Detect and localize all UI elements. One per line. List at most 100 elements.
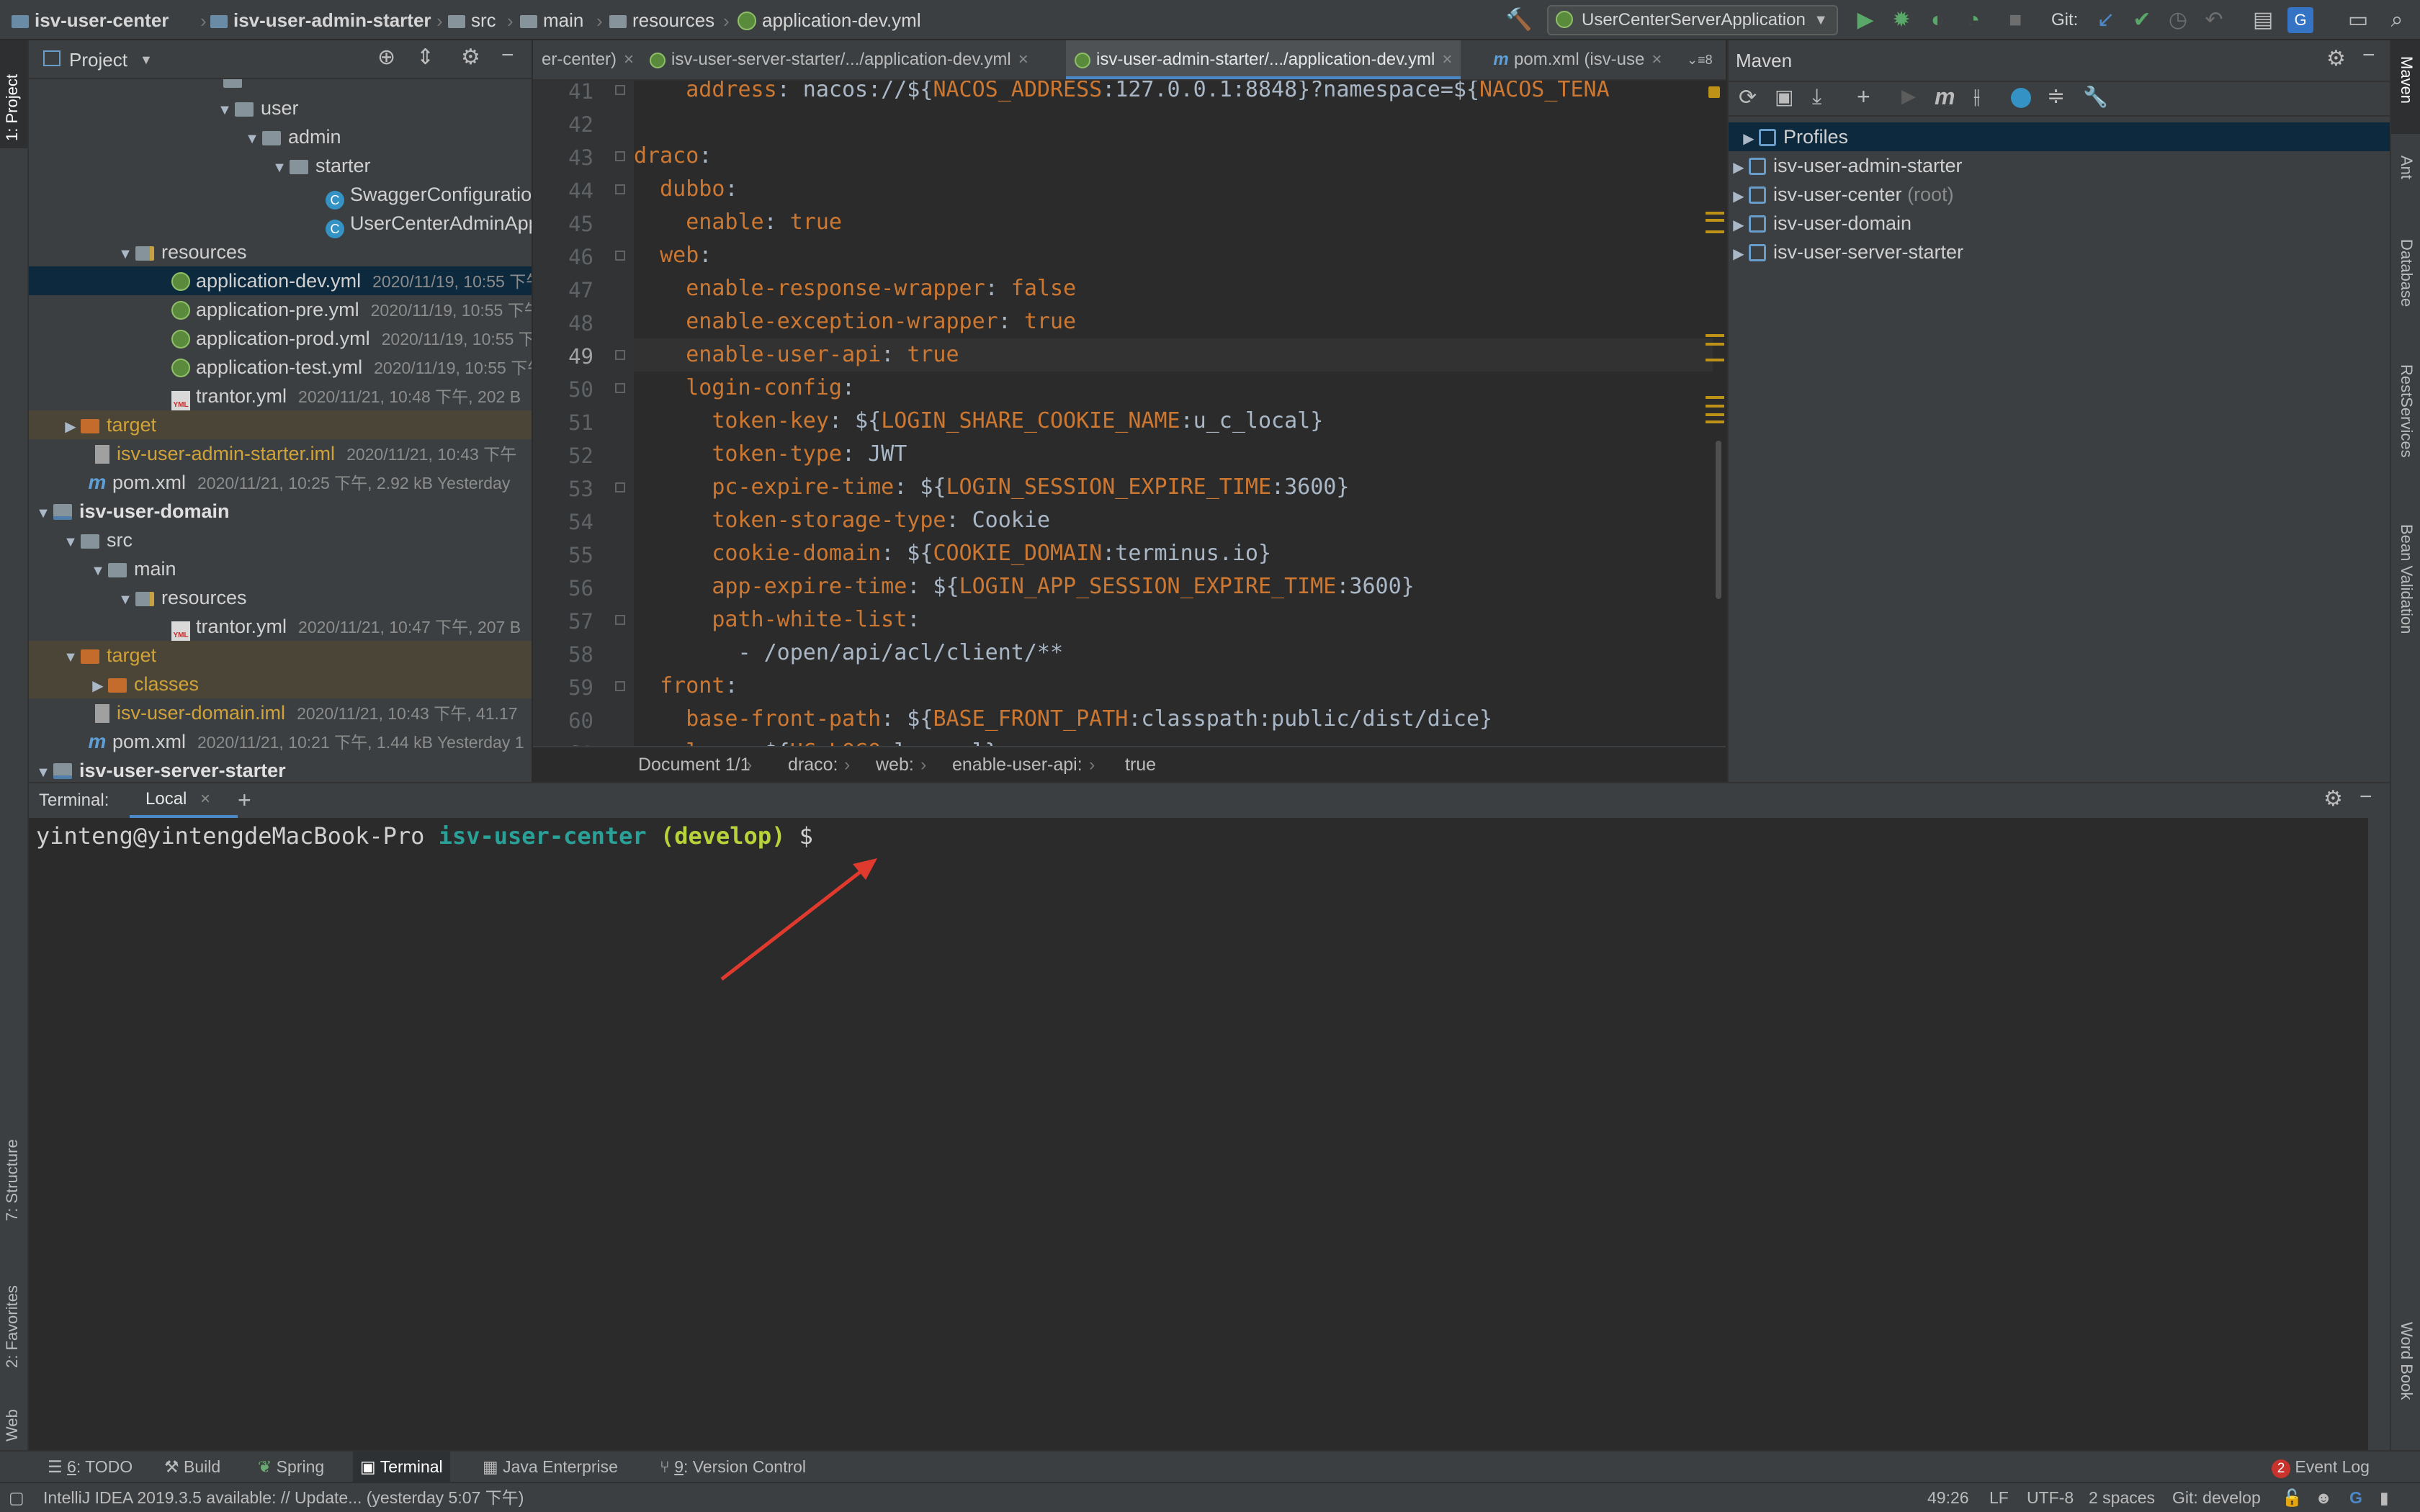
tree-row-excluded[interactable]: ▶ classes — [29, 670, 532, 698]
event-log-tool-button[interactable]: 2 Event Log — [2264, 1452, 2377, 1482]
download-icon[interactable]: ⤓ — [1812, 85, 1821, 109]
tree-row[interactable]: m pom.xml 2020/11/21, 10:25 下午, 2.92 kB Ye… — [29, 468, 532, 497]
run-icon[interactable]: ▶ — [1852, 7, 1878, 33]
breadcrumb-resources[interactable]: resources — [609, 0, 714, 40]
tree-row[interactable]: C SwaggerConfiguration — [29, 180, 532, 210]
breadcrumb-key[interactable]: draco: — [788, 747, 838, 782]
toggle-tool-windows-icon[interactable]: ▢ — [9, 1483, 24, 1512]
tree-row[interactable]: ▼ main — [29, 554, 532, 583]
toggle-offline-icon[interactable]: ⫲ — [1973, 85, 1980, 109]
locate-file-icon[interactable]: ⊕ — [377, 45, 395, 70]
structure-tool-button[interactable]: 7: Structure — [3, 1139, 22, 1221]
breadcrumb-main[interactable]: main — [520, 0, 583, 40]
tree-row-module[interactable]: ▼ isv-user-server-starter — [29, 756, 532, 782]
tree-row-module[interactable]: ▼ isv-user-domain — [29, 497, 532, 526]
inspector-icon[interactable]: ☻ — [2315, 1483, 2332, 1512]
close-icon[interactable]: × — [200, 783, 210, 815]
tree-row[interactable]: ▼ user — [29, 94, 532, 122]
tree-row[interactable]: ▼ starter — [29, 151, 532, 180]
hide-icon[interactable]: − — [2362, 43, 2375, 68]
chevron-down-icon[interactable]: ▼ — [140, 40, 153, 79]
tree-row[interactable]: YML trantor.yml 2020/11/21, 10:47 下午, 207 … — [29, 612, 532, 642]
git-commit-icon[interactable]: ✔ — [2129, 7, 2155, 33]
code-line[interactable]: front: — [634, 670, 1713, 703]
tree-row[interactable]: m pom.xml 2020/11/21, 10:21 下午, 1.44 kB Ye… — [29, 727, 532, 756]
gear-icon[interactable]: ⚙ — [2323, 786, 2343, 811]
fold-marker-icon[interactable] — [615, 681, 625, 691]
tree-row-selected[interactable]: application-dev.yml 2020/11/19, 10:55 下午 — [29, 266, 532, 295]
code-line[interactable]: enable-user-api: true — [634, 338, 1713, 372]
generate-sources-icon[interactable]: ▣ — [1775, 85, 1793, 109]
fold-marker-icon[interactable] — [615, 151, 625, 161]
editor-tab-active[interactable]: isv-user-admin-starter/.../application-d… — [1066, 40, 1461, 79]
close-icon[interactable]: × — [1018, 50, 1028, 69]
build-tool-button[interactable]: ⚒ Build — [157, 1452, 228, 1482]
tree-row[interactable]: ▼ src — [29, 526, 532, 554]
skip-tests-icon[interactable] — [2011, 88, 2031, 108]
tree-row[interactable]: application-pre.yml 2020/11/19, 10:55 下午 — [29, 295, 532, 324]
breadcrumb-src[interactable]: src — [448, 0, 496, 40]
close-icon[interactable]: × — [1442, 50, 1452, 69]
code-line[interactable]: base-front-path: ${BASE_FRONT_PATH:class… — [634, 703, 1713, 736]
line-separator[interactable]: LF — [1989, 1483, 2009, 1512]
terminal-tool-button[interactable]: ▣ Terminal — [353, 1452, 450, 1482]
fold-marker-icon[interactable] — [615, 482, 625, 492]
git-branch[interactable]: Git: develop — [2172, 1483, 2261, 1512]
coverage-icon[interactable]: ◐ — [1924, 7, 1950, 33]
run-configuration-select[interactable]: UserCenterServerApplication ▼ — [1547, 5, 1838, 35]
fold-marker-icon[interactable] — [615, 383, 625, 393]
code-line[interactable]: pc-expire-time: ${LOGIN_SESSION_EXPIRE_T… — [634, 471, 1713, 504]
code-line[interactable]: dubbo: — [634, 173, 1713, 206]
caret-position[interactable]: 49:26 — [1927, 1483, 1969, 1512]
terminal-tab-local[interactable]: Local × — [130, 783, 238, 818]
lock-icon[interactable]: 🔓 — [2282, 1483, 2303, 1512]
code-line[interactable]: cookie-domain: ${COOKIE_DOMAIN:terminus.… — [634, 537, 1713, 570]
collapse-all-icon[interactable]: ⇕ — [416, 45, 434, 70]
breadcrumb-key[interactable]: web: — [876, 747, 914, 782]
status-message[interactable]: IntelliJ IDEA 2019.3.5 available: // Upd… — [43, 1483, 524, 1512]
editor-tab[interactable]: m pom.xml (isv-use × — [1484, 40, 1671, 79]
maven-project[interactable]: ▶ isv-user-server-starter — [1729, 238, 2390, 266]
code-line[interactable]: token-key: ${LOGIN_SHARE_COOKIE_NAME:u_c… — [634, 405, 1713, 438]
code-line[interactable]: app-expire-time: ${LOGIN_APP_SESSION_EXP… — [634, 570, 1713, 603]
project-tool-button[interactable]: 1: Project — [3, 74, 22, 141]
project-structure-icon[interactable]: ▤ — [2250, 7, 2276, 33]
breadcrumb-module[interactable]: isv-user-admin-starter — [210, 0, 431, 40]
debug-icon[interactable]: ✹ — [1888, 7, 1914, 33]
word-book-tool-button[interactable]: Word Book — [2397, 1322, 2416, 1400]
scroll-thumb[interactable] — [1716, 441, 1721, 599]
breadcrumb-document[interactable]: Document 1/1 — [638, 747, 750, 782]
tree-row[interactable]: application-test.yml 2020/11/19, 10:55 下午 — [29, 353, 532, 382]
gear-icon[interactable]: ⚙ — [2326, 46, 2346, 71]
bean-validation-tool-button[interactable]: Bean Validation — [2397, 524, 2416, 634]
tree-row-excluded[interactable]: ▶ target — [29, 410, 532, 439]
git-rollback-icon[interactable]: ↶ — [2201, 7, 2227, 33]
tree-row[interactable]: isv-user-domain.iml 2020/11/21, 10:43 下午,… — [29, 698, 532, 727]
google-icon[interactable]: G — [2349, 1483, 2362, 1512]
code-line[interactable]: token-type: JWT — [634, 438, 1713, 471]
todo-tool-button[interactable]: ☰ 6: TODO — [40, 1452, 140, 1482]
editor-tab[interactable]: isv-user-server-starter/.../application-… — [641, 40, 1037, 79]
hide-icon[interactable]: − — [501, 43, 514, 68]
tree-row[interactable]: ▼ admin — [29, 122, 532, 151]
editor-tab[interactable]: er-center) × — [533, 40, 642, 79]
stop-icon[interactable]: ■ — [2002, 7, 2028, 33]
code-line[interactable]: token-storage-type: Cookie — [634, 504, 1713, 537]
reload-icon[interactable]: ⟳ — [1739, 85, 1757, 110]
java-enterprise-tool-button[interactable]: ▦ Java Enterprise — [475, 1452, 625, 1482]
tree-row[interactable]: ▼ resources — [29, 238, 532, 266]
maven-project[interactable]: ▶ isv-user-center (root) — [1729, 180, 2390, 209]
git-update-icon[interactable]: ↙ — [2093, 7, 2119, 33]
tree-row[interactable]: CUserCenterAdminApplication — [29, 209, 532, 238]
database-tool-button[interactable]: Database — [2397, 239, 2416, 307]
translate-icon[interactable]: G — [2287, 7, 2313, 33]
breadcrumb-key[interactable]: enable-user-api: — [952, 747, 1083, 782]
code-line[interactable]: - /open/api/acl/client/** — [634, 636, 1713, 670]
more-tabs-button[interactable]: ⌄≡8 — [1678, 40, 1721, 79]
breadcrumb-value[interactable]: true — [1125, 747, 1156, 782]
code-line[interactable]: login-config: — [634, 372, 1713, 405]
spring-tool-button[interactable]: ❦ Spring — [251, 1452, 331, 1482]
code-line[interactable]: enable: true — [634, 206, 1713, 239]
fold-marker-icon[interactable] — [615, 615, 625, 625]
gear-icon[interactable]: ⚙ — [461, 45, 480, 70]
